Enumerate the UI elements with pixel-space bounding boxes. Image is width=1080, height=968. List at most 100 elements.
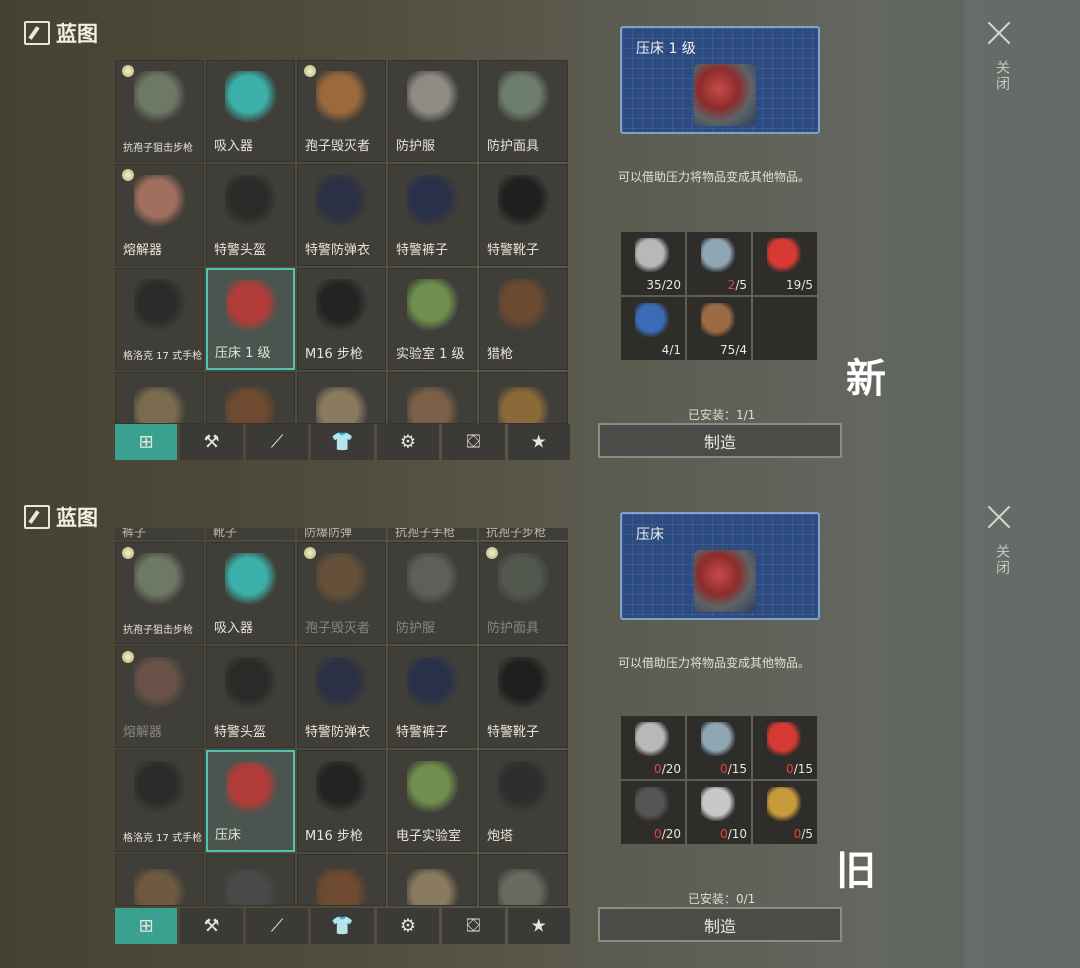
material-slot[interactable]: 75/4 xyxy=(687,297,751,360)
research-lamp-icon xyxy=(304,547,316,559)
material-slot[interactable]: 0/20 xyxy=(621,781,685,844)
blueprint-tile[interactable]: 特警防弹衣 xyxy=(297,164,386,266)
blueprint-tile[interactable]: 特警头盔 xyxy=(206,646,295,748)
item-icon xyxy=(134,869,186,905)
blueprint-tile[interactable]: M16 步枪 xyxy=(297,268,386,370)
blueprint-tile[interactable]: 格洛克 17 式手枪 xyxy=(115,750,204,852)
blueprint-tile[interactable]: 压床 1 级 xyxy=(206,268,295,370)
blueprint-tile[interactable] xyxy=(388,854,477,906)
tile-label: 实验室 1 级 xyxy=(396,347,465,362)
blueprint-tile[interactable]: 特警裤子 xyxy=(388,646,477,748)
blueprint-tile[interactable] xyxy=(115,854,204,906)
tab-clothing[interactable]: 👕 xyxy=(311,908,374,944)
blueprint-tile[interactable] xyxy=(479,854,568,906)
blueprint-tile[interactable]: 吸入器 xyxy=(206,542,295,644)
tab-all[interactable]: ⊞ xyxy=(115,424,178,460)
material-slot[interactable]: 0/15 xyxy=(687,716,751,779)
material-slot[interactable]: 0/10 xyxy=(687,781,751,844)
blueprint-tile[interactable]: 炮塔 xyxy=(479,750,568,852)
blueprint-tile[interactable]: 孢子毁灭者 xyxy=(297,542,386,644)
blueprint-tile[interactable]: 熔解器 xyxy=(115,646,204,748)
item-icon xyxy=(407,761,459,813)
blueprint-tile[interactable]: 吸入器 xyxy=(206,60,295,162)
scrolled-row-strip: 裤子 靴子 防爆防弹 抗孢子手枪 抗孢子步枪 xyxy=(115,528,570,542)
blueprint-tile[interactable]: 熔解器 xyxy=(115,164,204,266)
blueprint-tile[interactable]: 实验室 1 级 xyxy=(388,268,477,370)
blueprint-tile[interactable]: 特警裤子 xyxy=(388,164,477,266)
tile-label: M16 步枪 xyxy=(305,829,363,844)
tile-label: 压床 1 级 xyxy=(215,346,271,361)
tab-tools[interactable]: ⚒ xyxy=(180,424,243,460)
tab-parts[interactable]: ⚙ xyxy=(376,908,440,944)
blueprint-tile[interactable] xyxy=(297,372,386,424)
close-label[interactable]: 关闭 xyxy=(992,60,1012,92)
close-label[interactable]: 关闭 xyxy=(992,544,1012,576)
craft-button[interactable]: 制造 xyxy=(598,907,842,942)
material-need: /1 xyxy=(669,343,681,357)
material-slot[interactable]: 35/20 xyxy=(621,232,685,295)
tile-label: 防护服 xyxy=(396,139,436,154)
material-slot[interactable]: 0/15 xyxy=(753,716,817,779)
material-list: 0/20 0/15 0/15 0/20 0/10 0/5 xyxy=(621,716,817,844)
close-icon[interactable] xyxy=(986,504,1012,530)
tile-label: 熔解器 xyxy=(123,725,163,740)
blueprint-tile[interactable]: 特警防弹衣 xyxy=(297,646,386,748)
tab-favorites[interactable]: ★ xyxy=(507,908,570,944)
blueprint-tile[interactable]: 电子实验室 xyxy=(388,750,477,852)
item-icon xyxy=(498,553,550,605)
material-slot[interactable]: 4/1 xyxy=(621,297,685,360)
tab-furniture[interactable]: ⛋ xyxy=(442,908,505,944)
blueprint-tile[interactable]: 特警靴子 xyxy=(479,646,568,748)
spring-icon xyxy=(635,787,669,821)
blueprint-tile[interactable]: 抗孢子狙击步枪 xyxy=(115,542,204,644)
tab-furniture[interactable]: ⛋ xyxy=(442,424,505,460)
item-icon xyxy=(316,387,368,423)
item-icon xyxy=(498,71,550,123)
craft-button[interactable]: 制造 xyxy=(598,423,842,458)
blueprint-tile[interactable]: 格洛克 17 式手枪 xyxy=(115,268,204,370)
item-icon xyxy=(226,280,278,332)
tab-parts[interactable]: ⚙ xyxy=(376,424,440,460)
blueprint-tile[interactable]: 特警头盔 xyxy=(206,164,295,266)
material-slot[interactable]: 0/5 xyxy=(753,781,817,844)
material-slot[interactable]: 0/20 xyxy=(621,716,685,779)
blueprint-tile[interactable]: 孢子毁灭者 xyxy=(297,60,386,162)
material-count: 4/1 xyxy=(662,343,681,357)
blueprint-tile[interactable] xyxy=(388,372,477,424)
blueprint-tile[interactable]: 特警靴子 xyxy=(479,164,568,266)
blueprint-tile[interactable] xyxy=(206,854,295,906)
tab-tools[interactable]: ⚒ xyxy=(180,908,243,944)
blueprint-tile[interactable] xyxy=(297,854,386,906)
blueprint-tile[interactable]: 防护服 xyxy=(388,60,477,162)
blueprint-tile[interactable] xyxy=(206,372,295,424)
tab-favorites[interactable]: ★ xyxy=(507,424,570,460)
tab-clothing[interactable]: 👕 xyxy=(311,424,374,460)
blueprint-tile[interactable]: M16 步枪 xyxy=(297,750,386,852)
blueprint-tile[interactable]: 抗孢子狙击步枪 xyxy=(115,60,204,162)
blueprint-tile[interactable]: 猎枪 xyxy=(479,268,568,370)
tile-label: 压床 xyxy=(215,828,242,843)
material-slot[interactable]: 2/5 xyxy=(687,232,751,295)
wrench-icon xyxy=(701,787,735,821)
tile-label: 炮塔 xyxy=(487,829,514,844)
material-slot[interactable]: 19/5 xyxy=(753,232,817,295)
blueprint-tile[interactable]: 防护面具 xyxy=(479,60,568,162)
item-icon xyxy=(225,387,277,423)
blueprint-tile[interactable] xyxy=(115,372,204,424)
close-icon[interactable] xyxy=(986,20,1012,46)
item-icon xyxy=(134,553,186,605)
tab-parts-icon: ⚙ xyxy=(399,431,416,453)
material-need: /20 xyxy=(661,762,681,776)
tab-weapons[interactable]: ⟋ xyxy=(245,908,309,944)
press-machine-icon xyxy=(694,64,756,126)
blueprint-tile[interactable]: 压床 xyxy=(206,750,295,852)
tab-furniture-icon: ⛋ xyxy=(466,915,481,937)
blueprint-tile[interactable]: 防护面具 xyxy=(479,542,568,644)
blueprint-tile[interactable] xyxy=(479,372,568,424)
item-icon xyxy=(407,387,459,423)
tab-all[interactable]: ⊞ xyxy=(115,908,178,944)
material-need: /5 xyxy=(801,278,813,292)
blueprint-tile[interactable]: 防护服 xyxy=(388,542,477,644)
material-count: 19/5 xyxy=(786,278,813,292)
tab-weapons[interactable]: ⟋ xyxy=(245,424,309,460)
